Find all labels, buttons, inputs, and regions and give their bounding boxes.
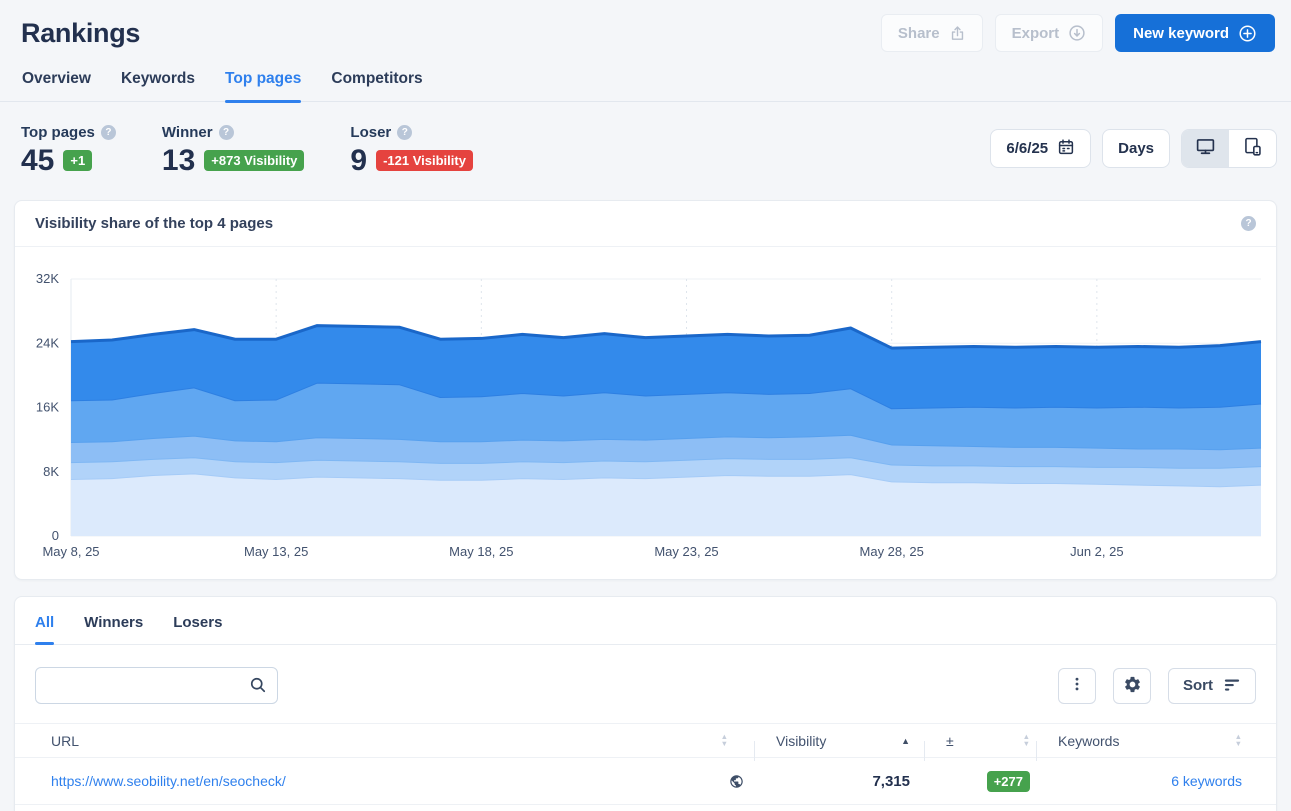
svg-text:May 28, 25: May 28, 25 <box>860 544 924 559</box>
svg-text:May 23, 25: May 23, 25 <box>654 544 718 559</box>
column-label-change: ± <box>946 733 954 749</box>
help-icon[interactable]: ? <box>219 125 234 140</box>
chart-title: Visibility share of the top 4 pages <box>35 215 273 232</box>
svg-text:32K: 32K <box>36 271 59 286</box>
svg-text:May 8, 25: May 8, 25 <box>42 544 99 559</box>
stat-top-pages: Top pages ? 45 +1 <box>21 124 116 177</box>
search-input[interactable] <box>35 667 278 704</box>
sort-button[interactable]: Sort <box>1168 668 1256 704</box>
chart-body: 0 8K 16K 24K 32K May 8, 25 May 13, 25 May 18, 2… <box>15 247 1276 574</box>
date-picker-button[interactable]: 6/6/25 <box>990 129 1091 168</box>
search-box <box>35 667 278 704</box>
granularity-button[interactable]: Days <box>1102 129 1170 168</box>
help-icon[interactable]: ? <box>1241 216 1256 231</box>
search-icon <box>248 675 268 700</box>
share-button-label: Share <box>898 25 940 42</box>
table-tabbar: All Winners Losers <box>15 597 1276 645</box>
page-url-link[interactable]: https://www.seobility.net/en/seocheck/ <box>51 773 286 789</box>
svg-text:Jun 2, 25: Jun 2, 25 <box>1070 544 1124 559</box>
new-keyword-button-label: New keyword <box>1133 25 1229 42</box>
svg-text:8K: 8K <box>43 464 59 479</box>
stat-winner-value: 13 <box>162 144 195 177</box>
calendar-icon <box>1057 138 1075 160</box>
sort-button-label: Sort <box>1183 677 1213 694</box>
visibility-value: 7,315 <box>872 773 910 790</box>
granularity-value: Days <box>1118 140 1154 157</box>
svg-text:May 13, 25: May 13, 25 <box>244 544 308 559</box>
desktop-icon <box>1195 136 1216 162</box>
tab-top-pages[interactable]: Top pages <box>225 64 301 101</box>
date-value: 6/6/25 <box>1006 140 1048 157</box>
column-label-url: URL <box>51 733 79 749</box>
svg-text:May 18, 25: May 18, 25 <box>449 544 513 559</box>
column-label-keywords: Keywords <box>1058 733 1119 749</box>
stat-top-pages-value: 45 <box>21 144 54 177</box>
tablet-phone-icon <box>1242 136 1263 162</box>
top-bar: Rankings Share Export New keyword <box>0 0 1291 52</box>
svg-text:0: 0 <box>52 528 59 543</box>
sort-arrows-icon[interactable]: ▲▼ <box>721 734 728 747</box>
change-badge: +277 <box>987 771 1030 792</box>
page-title: Rankings <box>21 18 140 49</box>
sort-arrows-icon[interactable]: ▲▼ <box>1235 734 1242 747</box>
share-icon <box>949 25 966 42</box>
chart-header: Visibility share of the top 4 pages ? <box>15 201 1276 247</box>
table-row: https://www.seobility.net/en/seocheck/ 7… <box>15 758 1276 805</box>
tab-all[interactable]: All <box>35 610 54 644</box>
stat-winner-label: Winner <box>162 124 213 141</box>
help-icon[interactable]: ? <box>101 125 116 140</box>
column-header-keywords[interactable]: Keywords ▲▼ <box>1036 733 1276 749</box>
column-header-visibility[interactable]: Visibility ▲ <box>754 733 924 749</box>
stat-top-pages-label: Top pages <box>21 124 95 141</box>
sort-asc-icon[interactable]: ▲ <box>901 736 910 746</box>
pages-table-card: All Winners Losers Sort <box>14 596 1277 811</box>
export-button[interactable]: Export <box>995 14 1104 52</box>
stat-winner: Winner ? 13 +873 Visibility <box>162 124 305 177</box>
table-toolbar: Sort <box>15 645 1276 723</box>
tab-competitors[interactable]: Competitors <box>331 64 422 101</box>
export-button-label: Export <box>1012 25 1060 42</box>
device-desktop-segment[interactable] <box>1182 130 1229 167</box>
column-label-visibility: Visibility <box>776 733 826 749</box>
keywords-link[interactable]: 6 keywords <box>1171 773 1242 789</box>
column-header-url[interactable]: URL ▲▼ <box>15 733 754 749</box>
top-actions: Share Export New keyword <box>881 14 1275 52</box>
stat-top-pages-badge: +1 <box>63 150 92 171</box>
more-options-button[interactable] <box>1058 668 1096 704</box>
plus-circle-icon <box>1238 24 1257 43</box>
settings-button[interactable] <box>1113 668 1151 704</box>
globe-icon[interactable] <box>729 774 744 789</box>
svg-text:24K: 24K <box>36 335 59 350</box>
range-controls: 6/6/25 Days <box>990 129 1277 168</box>
column-header-change[interactable]: ± ▲▼ <box>924 733 1036 749</box>
stat-loser-value: 9 <box>350 144 367 177</box>
main-tabbar: Overview Keywords Top pages Competitors <box>0 64 1291 102</box>
svg-text:16K: 16K <box>36 400 59 415</box>
kebab-icon <box>1068 675 1086 696</box>
stat-winner-badge: +873 Visibility <box>204 150 304 171</box>
share-button[interactable]: Share <box>881 14 983 52</box>
gear-icon <box>1123 675 1142 697</box>
stat-loser-label: Loser <box>350 124 391 141</box>
rankings-page: Rankings Share Export New keyword Overvi… <box>0 0 1291 811</box>
device-mobile-segment[interactable] <box>1229 130 1276 167</box>
toolbar-actions: Sort <box>1058 668 1256 704</box>
help-icon[interactable]: ? <box>397 125 412 140</box>
stacked-area-chart[interactable]: 0 8K 16K 24K 32K May 8, 25 May 13, 25 May 18, 2… <box>15 247 1276 569</box>
sort-arrows-icon[interactable]: ▲▼ <box>1023 734 1030 747</box>
device-toggle <box>1181 129 1277 168</box>
tab-winners[interactable]: Winners <box>84 610 143 644</box>
sort-lines-icon <box>1223 676 1241 696</box>
stat-loser-badge: -121 Visibility <box>376 150 473 171</box>
stat-loser: Loser ? 9 -121 Visibility <box>350 124 473 177</box>
visibility-chart-card: Visibility share of the top 4 pages ? 0 8… <box>14 200 1277 580</box>
stats-row: Top pages ? 45 +1 Winner ? 13 +873 Visib… <box>0 102 1291 177</box>
table-header-row: URL ▲▼ Visibility ▲ ± ▲▼ Keywords ▲▼ <box>15 723 1276 758</box>
tab-losers[interactable]: Losers <box>173 610 222 644</box>
new-keyword-button[interactable]: New keyword <box>1115 14 1275 52</box>
tab-keywords[interactable]: Keywords <box>121 64 195 101</box>
tab-overview[interactable]: Overview <box>22 64 91 101</box>
download-icon <box>1068 24 1086 42</box>
